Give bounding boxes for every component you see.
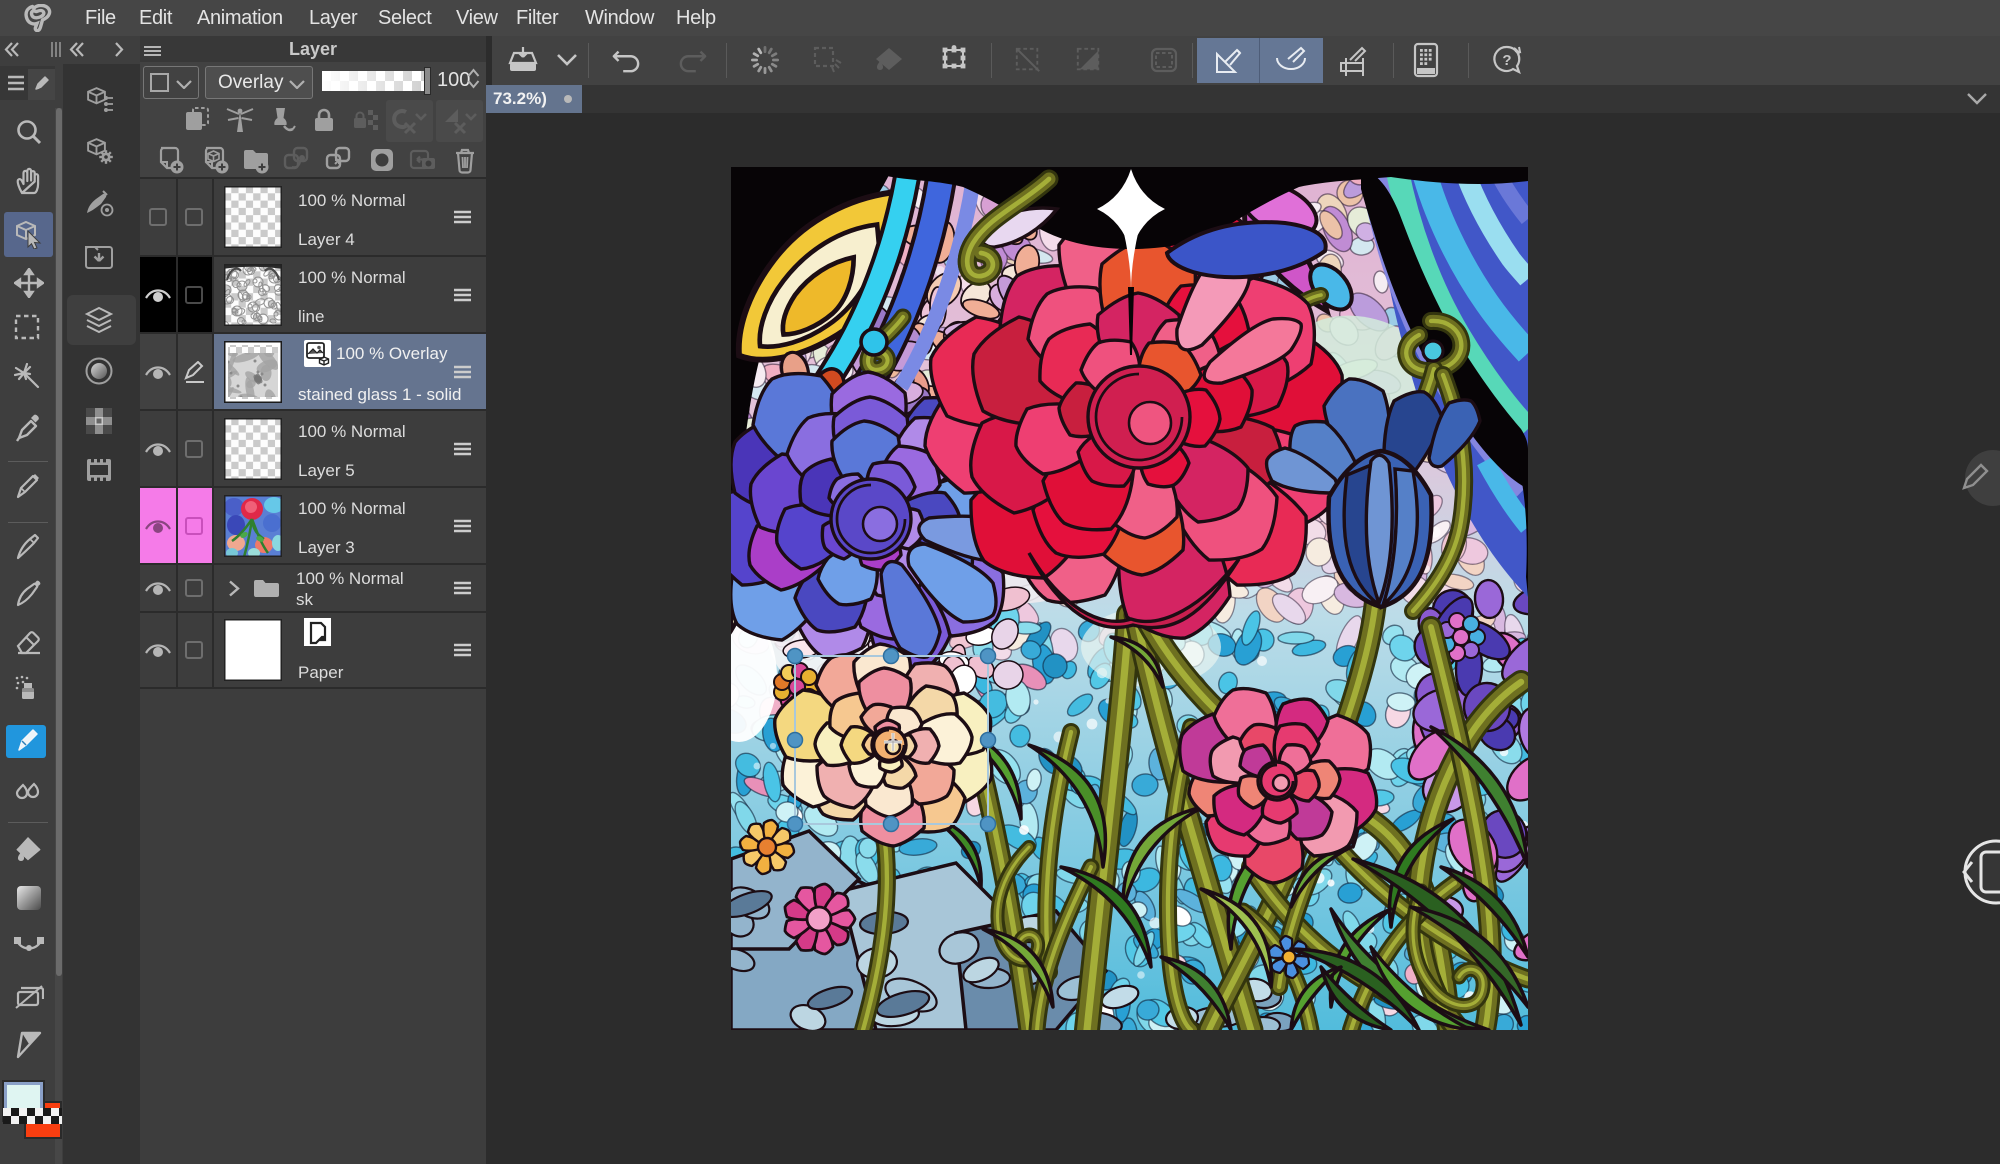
svg-text:?: ?	[1502, 52, 1511, 69]
